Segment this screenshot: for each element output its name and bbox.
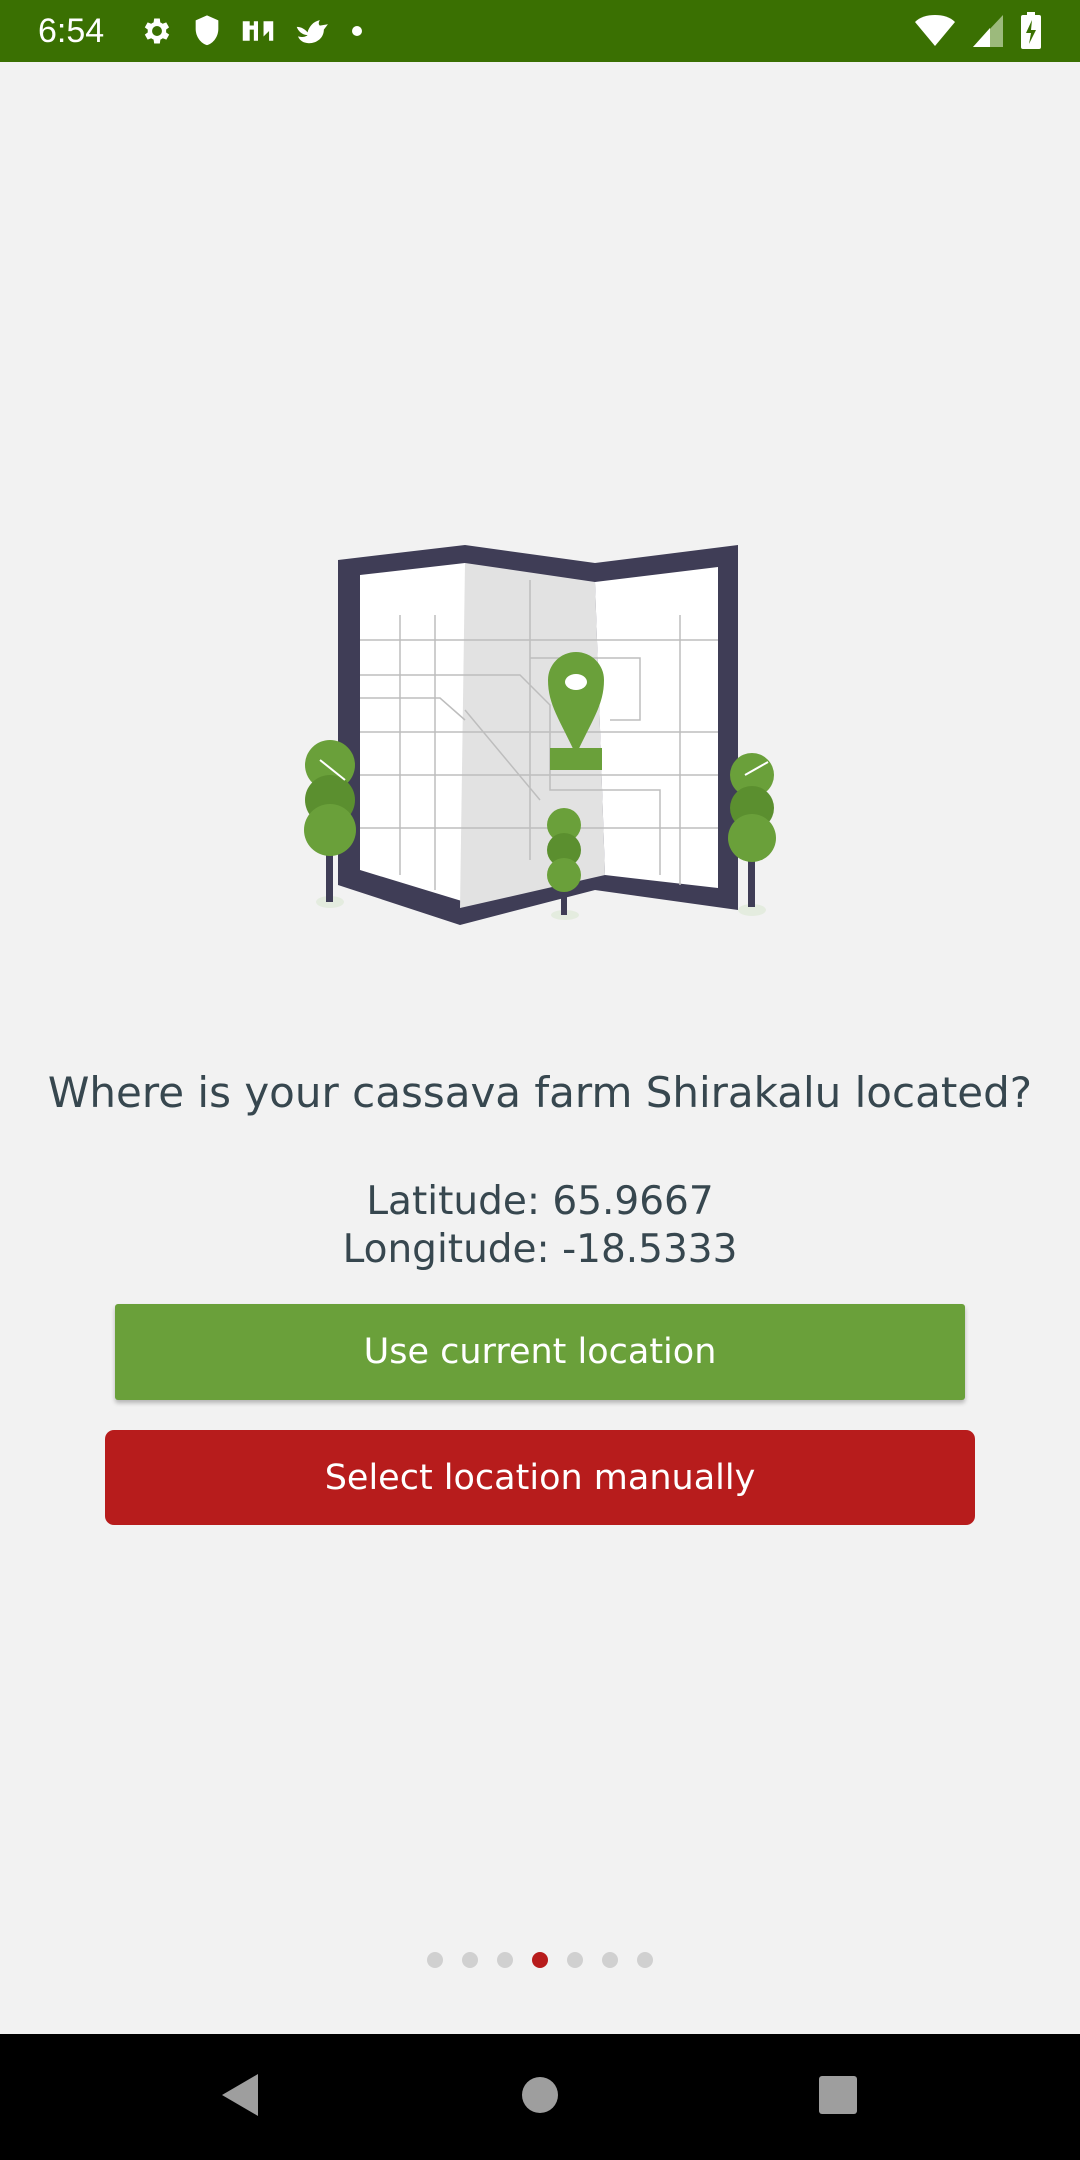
home-icon bbox=[520, 2075, 560, 2119]
page-dot[interactable] bbox=[462, 1952, 478, 1968]
longitude-text: Longitude: -18.5333 bbox=[342, 1227, 738, 1272]
use-current-location-button[interactable]: Use current location bbox=[115, 1304, 965, 1400]
status-icons-left bbox=[140, 13, 364, 49]
screen: 6:54 Where is your cassava farm Shirakal… bbox=[0, 0, 1080, 2160]
status-bar: 6:54 bbox=[0, 0, 1080, 62]
battery-charging-icon bbox=[1020, 12, 1042, 50]
page-dot[interactable] bbox=[497, 1952, 513, 1968]
back-icon bbox=[218, 2071, 262, 2123]
page-indicator bbox=[0, 1952, 1080, 1968]
page-dot[interactable] bbox=[427, 1952, 443, 1968]
farm-location-question: Where is your cassava farm Shirakalu loc… bbox=[47, 1068, 1033, 1117]
dot-icon bbox=[350, 24, 364, 38]
status-time: 6:54 bbox=[38, 12, 105, 50]
page-dot-active[interactable] bbox=[532, 1952, 548, 1968]
recents-icon bbox=[818, 2075, 858, 2119]
recents-button[interactable] bbox=[768, 2034, 908, 2160]
shield-icon bbox=[192, 14, 222, 48]
signal-icon bbox=[972, 14, 1004, 48]
page-dot[interactable] bbox=[637, 1952, 653, 1968]
latitude-text: Latitude: 65.9667 bbox=[366, 1179, 714, 1224]
select-location-manually-button[interactable]: Select location manually bbox=[105, 1430, 975, 1525]
page-dot[interactable] bbox=[602, 1952, 618, 1968]
app-icon bbox=[240, 15, 276, 47]
coordinates: Latitude: 65.9667 Longitude: -18.5333 bbox=[0, 1178, 1080, 1274]
gear-icon bbox=[140, 14, 174, 48]
status-icons-right bbox=[914, 12, 1042, 50]
bird-icon bbox=[294, 15, 332, 47]
navigation-bar bbox=[0, 2034, 1080, 2160]
wifi-icon bbox=[914, 14, 956, 48]
home-button[interactable] bbox=[470, 2034, 610, 2160]
back-button[interactable] bbox=[170, 2034, 310, 2160]
map-pin-illustration bbox=[290, 530, 790, 940]
page-dot[interactable] bbox=[567, 1952, 583, 1968]
